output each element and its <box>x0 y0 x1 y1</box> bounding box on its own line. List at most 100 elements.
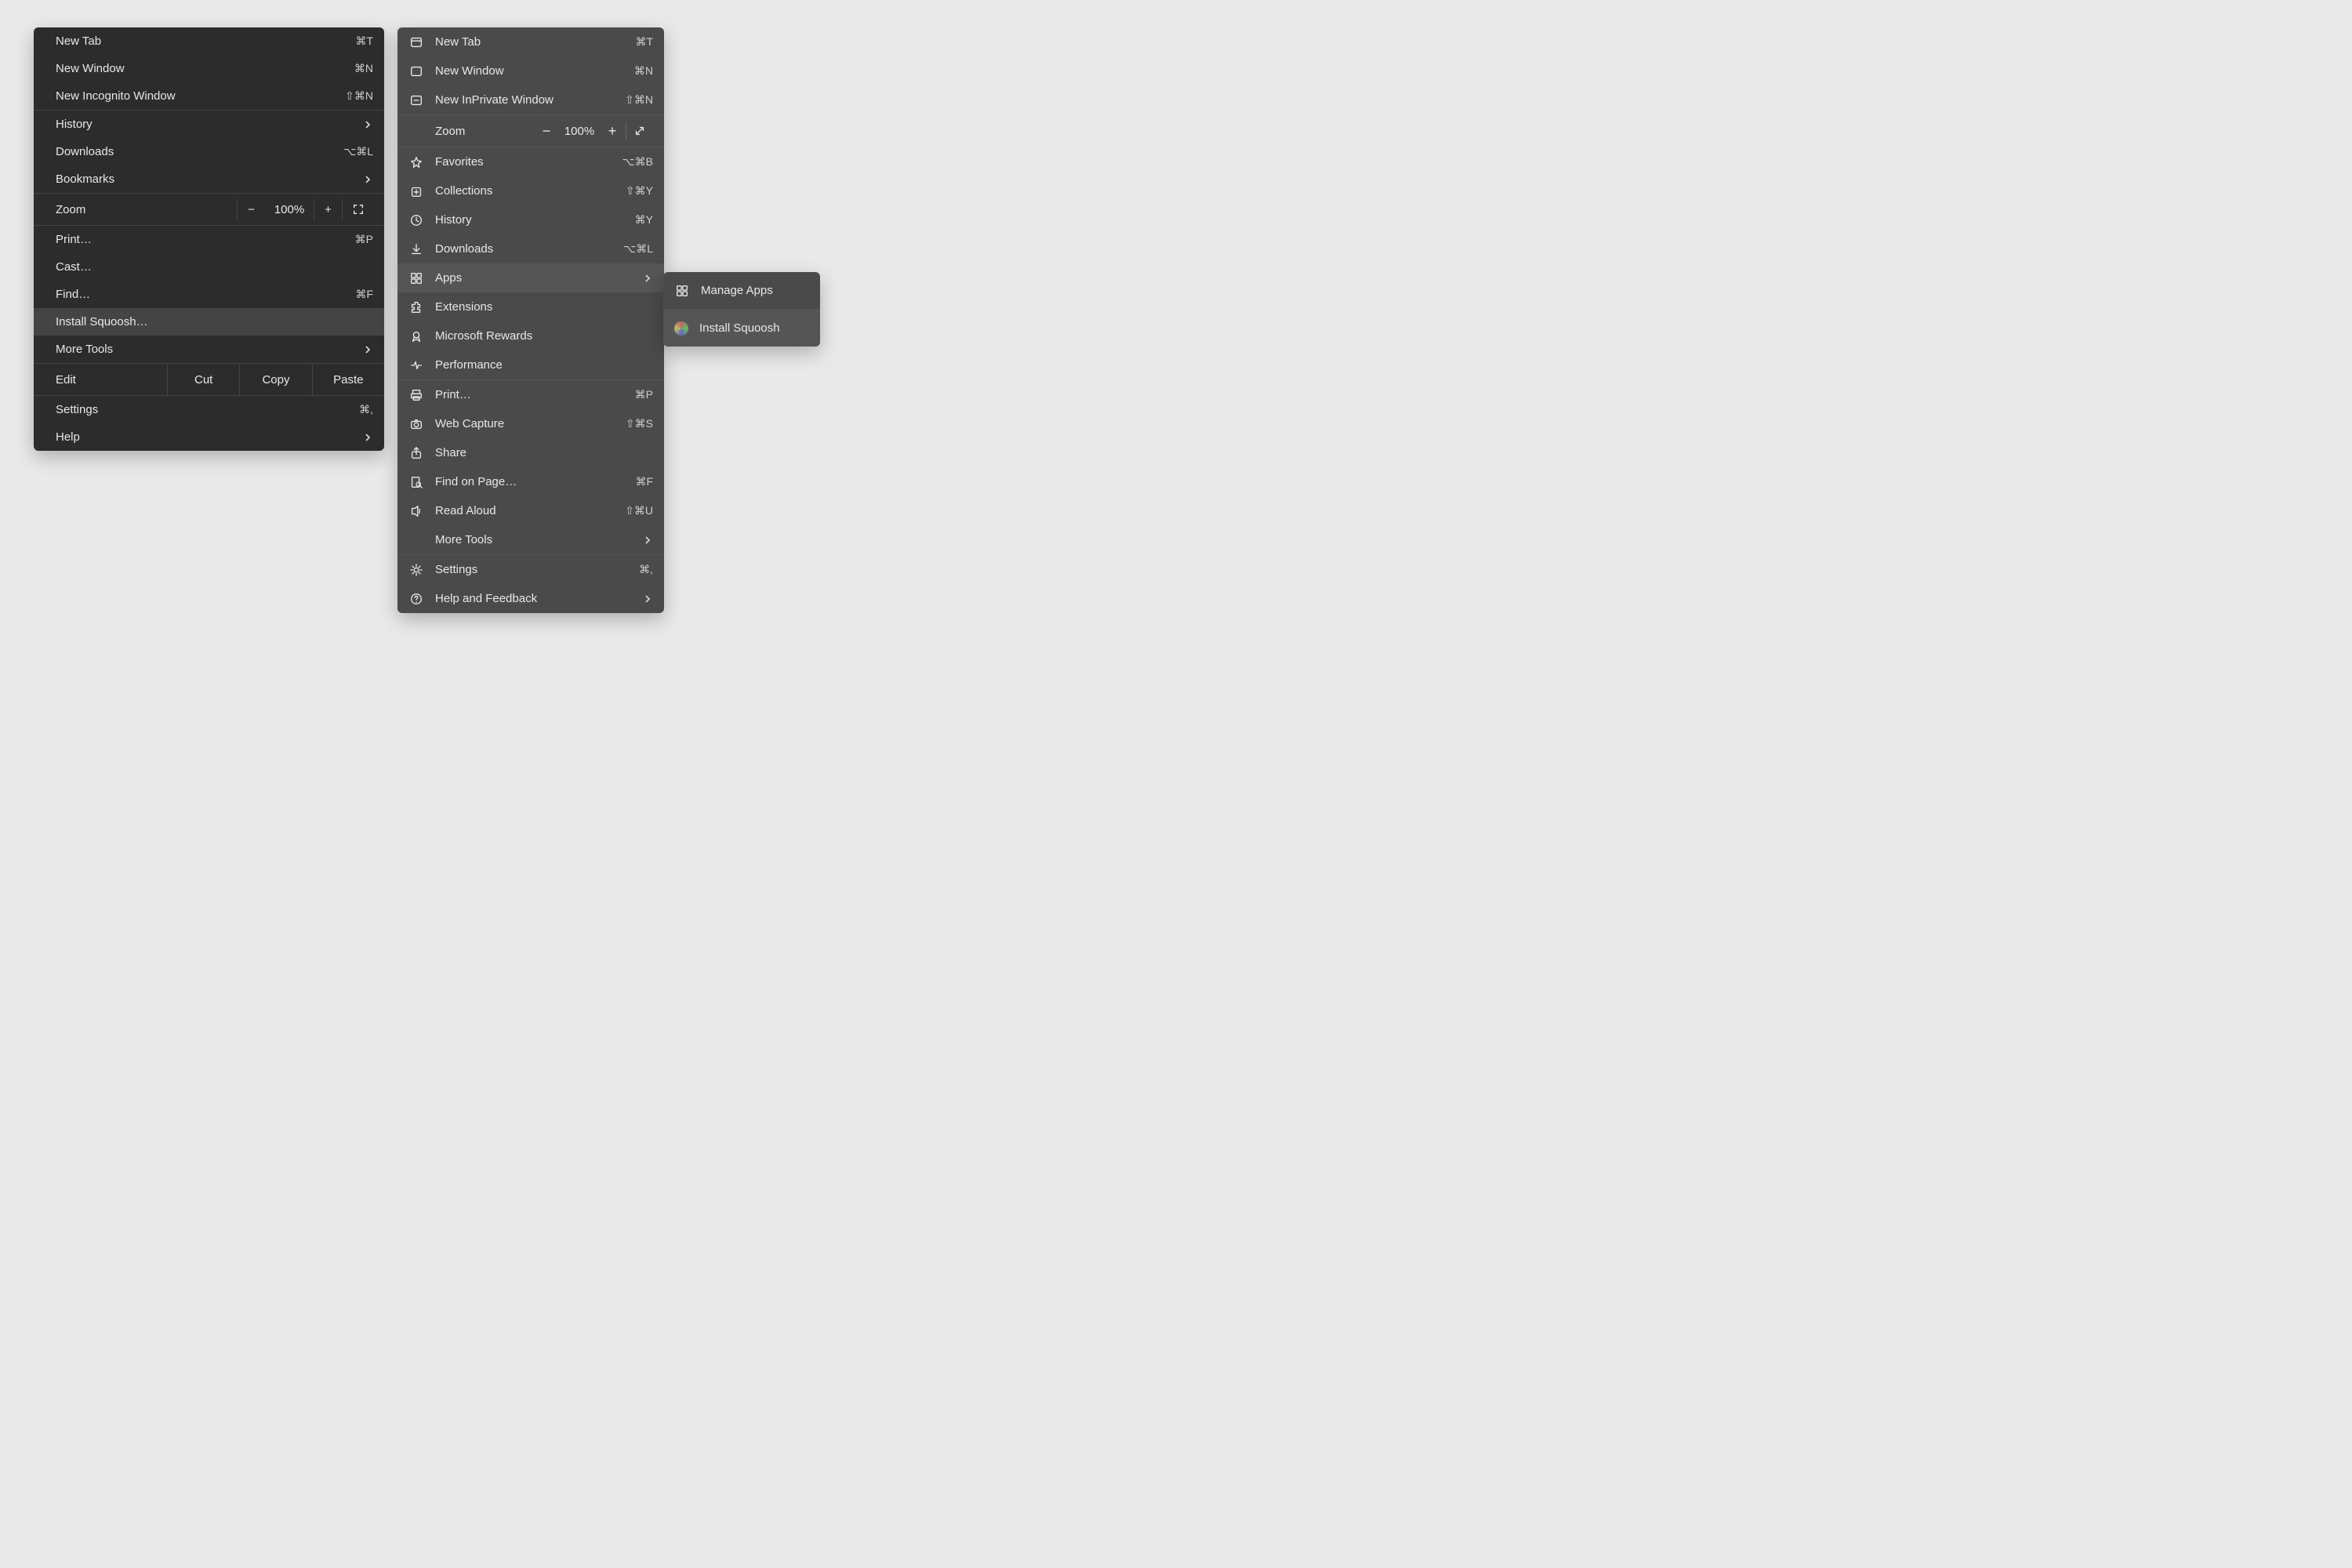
shortcut: ⌘Y <box>635 213 653 227</box>
edit-row: Edit Cut Copy Paste <box>34 364 384 395</box>
menu-item-new-tab[interactable]: New Tab ⌘T <box>397 27 664 56</box>
share-icon <box>408 445 424 461</box>
menu-item-web-capture[interactable]: Web Capture ⇧⌘S <box>397 409 664 438</box>
performance-icon <box>408 358 424 373</box>
shortcut: ⌘N <box>354 62 373 75</box>
extensions-icon <box>408 299 424 315</box>
menu-item-print[interactable]: Print… ⌘P <box>34 226 384 253</box>
menu-item-extensions[interactable]: Extensions <box>397 292 664 321</box>
label: Print… <box>435 388 635 401</box>
menu-item-more-tools[interactable]: More Tools <box>34 336 384 363</box>
star-icon <box>408 154 424 170</box>
window-icon <box>408 64 424 79</box>
label: New Window <box>56 62 354 75</box>
read-aloud-icon <box>408 503 424 519</box>
label: More Tools <box>56 343 362 356</box>
menu-item-performance[interactable]: Performance <box>397 350 664 379</box>
gear-icon <box>408 562 424 578</box>
menu-item-install-app[interactable]: Install Squoosh… <box>34 308 384 336</box>
shortcut: ⌘P <box>355 233 373 246</box>
label: History <box>435 213 635 227</box>
help-icon <box>408 591 424 607</box>
label: Settings <box>56 403 359 416</box>
paste-button[interactable]: Paste <box>312 364 384 395</box>
label: New InPrivate Window <box>435 93 625 107</box>
fullscreen-button[interactable] <box>342 198 373 220</box>
inprivate-icon <box>408 93 424 108</box>
copy-button[interactable]: Copy <box>239 364 311 395</box>
apps-icon <box>408 270 424 286</box>
label: Bookmarks <box>56 172 362 186</box>
shortcut: ⌥⌘B <box>622 155 653 169</box>
label: Cast… <box>56 260 373 274</box>
shortcut: ⌘T <box>635 35 653 49</box>
menu-item-downloads[interactable]: Downloads ⌥⌘L <box>34 138 384 165</box>
edit-label: Edit <box>34 373 167 387</box>
fullscreen-button[interactable] <box>626 125 653 137</box>
menu-item-favorites[interactable]: Favorites ⌥⌘B <box>397 147 664 176</box>
label: Install Squoosh <box>699 321 809 335</box>
menu-item-find[interactable]: Find… ⌘F <box>34 281 384 308</box>
submenu-item-install-app[interactable]: Install Squoosh <box>663 310 820 347</box>
menu-item-new-incognito[interactable]: New Incognito Window ⇧⌘N <box>34 82 384 110</box>
camera-icon <box>408 416 424 432</box>
label: New Incognito Window <box>56 89 345 103</box>
menu-item-find-on-page[interactable]: Find on Page… ⌘F <box>397 467 664 496</box>
menu-item-new-tab[interactable]: New Tab ⌘T <box>34 27 384 55</box>
zoom-out-button[interactable]: − <box>237 198 265 220</box>
history-icon <box>408 212 424 228</box>
menu-item-rewards[interactable]: Microsoft Rewards <box>397 321 664 350</box>
shortcut: ⌘, <box>639 563 653 576</box>
label: Collections <box>435 184 626 198</box>
label: Find… <box>56 288 355 301</box>
menu-item-more-tools[interactable]: More Tools <box>397 525 664 554</box>
menu-item-new-window[interactable]: New Window ⌘N <box>34 55 384 82</box>
label: Help <box>56 430 362 444</box>
label: Settings <box>435 563 639 576</box>
menu-item-print[interactable]: Print… ⌘P <box>397 380 664 409</box>
shortcut: ⇧⌘Y <box>626 184 653 198</box>
zoom-label: Zoom <box>56 203 237 216</box>
zoom-in-button[interactable]: + <box>314 198 342 220</box>
menu-item-settings[interactable]: Settings ⌘, <box>34 396 384 423</box>
menu-item-downloads[interactable]: Downloads ⌥⌘L <box>397 234 664 263</box>
label: Apps <box>435 271 642 285</box>
label: Share <box>435 446 653 459</box>
new-tab-icon <box>408 34 424 50</box>
collections-icon <box>408 183 424 199</box>
label: Web Capture <box>435 417 626 430</box>
menu-item-settings[interactable]: Settings ⌘, <box>397 555 664 584</box>
menu-item-read-aloud[interactable]: Read Aloud ⇧⌘U <box>397 496 664 525</box>
zoom-out-button[interactable]: − <box>533 123 560 140</box>
menu-item-cast[interactable]: Cast… <box>34 253 384 281</box>
menu-item-collections[interactable]: Collections ⇧⌘Y <box>397 176 664 205</box>
menu-item-history[interactable]: History <box>34 111 384 138</box>
cut-button[interactable]: Cut <box>167 364 239 395</box>
squoosh-app-icon <box>674 321 688 336</box>
menu-item-help[interactable]: Help <box>34 423 384 451</box>
menu-item-bookmarks[interactable]: Bookmarks <box>34 165 384 193</box>
shortcut: ⌘F <box>355 288 373 301</box>
submenu-item-manage-apps[interactable]: Manage Apps <box>663 272 820 309</box>
shortcut: ⌥⌘L <box>623 242 653 256</box>
zoom-row: Zoom − 100% + <box>34 194 384 225</box>
menu-item-history[interactable]: History ⌘Y <box>397 205 664 234</box>
label: New Tab <box>56 34 355 48</box>
menu-item-new-inprivate[interactable]: New InPrivate Window ⇧⌘N <box>397 85 664 114</box>
label: Install Squoosh… <box>56 315 373 328</box>
shortcut: ⇧⌘N <box>345 89 373 103</box>
menu-item-new-window[interactable]: New Window ⌘N <box>397 56 664 85</box>
zoom-label: Zoom <box>435 125 533 138</box>
label: Favorites <box>435 155 622 169</box>
label: New Window <box>435 64 634 78</box>
menu-item-share[interactable]: Share <box>397 438 664 467</box>
menu-item-help-feedback[interactable]: Help and Feedback <box>397 584 664 613</box>
zoom-in-button[interactable]: + <box>599 123 626 140</box>
label: History <box>56 118 362 131</box>
label: Microsoft Rewards <box>435 329 653 343</box>
label: Find on Page… <box>435 475 635 488</box>
zoom-value: 100% <box>560 125 599 138</box>
chevron-right-icon <box>362 174 373 185</box>
rewards-icon <box>408 328 424 344</box>
menu-item-apps[interactable]: Apps <box>397 263 664 292</box>
